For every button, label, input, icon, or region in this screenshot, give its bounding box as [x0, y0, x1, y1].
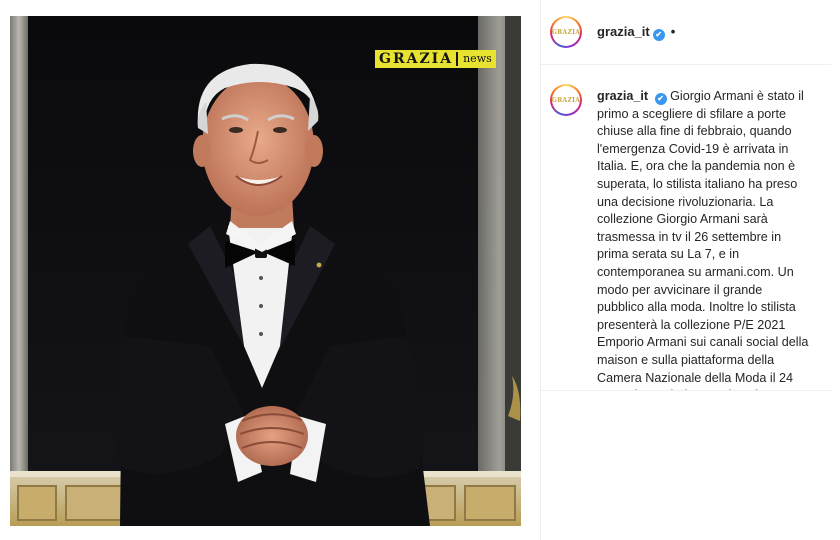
- avatar[interactable]: GRAZIA: [550, 16, 582, 48]
- post-image[interactable]: GRAZIA news: [10, 16, 521, 526]
- caption-avatar[interactable]: GRAZIA: [550, 84, 582, 116]
- caption-username-link[interactable]: grazia_it: [597, 89, 648, 103]
- username-link[interactable]: grazia_it: [597, 24, 650, 39]
- post-caption: grazia_it ✔ Giorgio Armani è stato il pr…: [597, 88, 811, 390]
- post-side-panel: GRAZIA grazia_it ✔ • GRAZIA grazia_it ✔ Gi…: [540, 0, 831, 540]
- grazia-news-badge: GRAZIA news: [375, 50, 496, 68]
- avatar-inner: GRAZIA: [552, 18, 580, 46]
- more-dot: •: [670, 24, 676, 39]
- left-pillar: [10, 16, 28, 481]
- badge-tag: news: [463, 52, 492, 65]
- avatar-logo: GRAZIA: [551, 28, 581, 36]
- post-header: GRAZIA grazia_it ✔ •: [541, 0, 831, 65]
- divider: [541, 390, 831, 391]
- caption-text: Giorgio Armani è stato il primo a scegli…: [597, 89, 809, 390]
- verified-icon: ✔: [654, 92, 667, 105]
- badge-separator: [456, 52, 459, 66]
- avatar-inner: GRAZIA: [552, 86, 580, 114]
- header-user: grazia_it ✔ •: [597, 24, 675, 41]
- avatar-logo: GRAZIA: [551, 96, 581, 104]
- verified-icon: ✔: [652, 28, 665, 41]
- grazia-logo: GRAZIA: [379, 51, 454, 67]
- post-photo-illustration: [10, 16, 521, 526]
